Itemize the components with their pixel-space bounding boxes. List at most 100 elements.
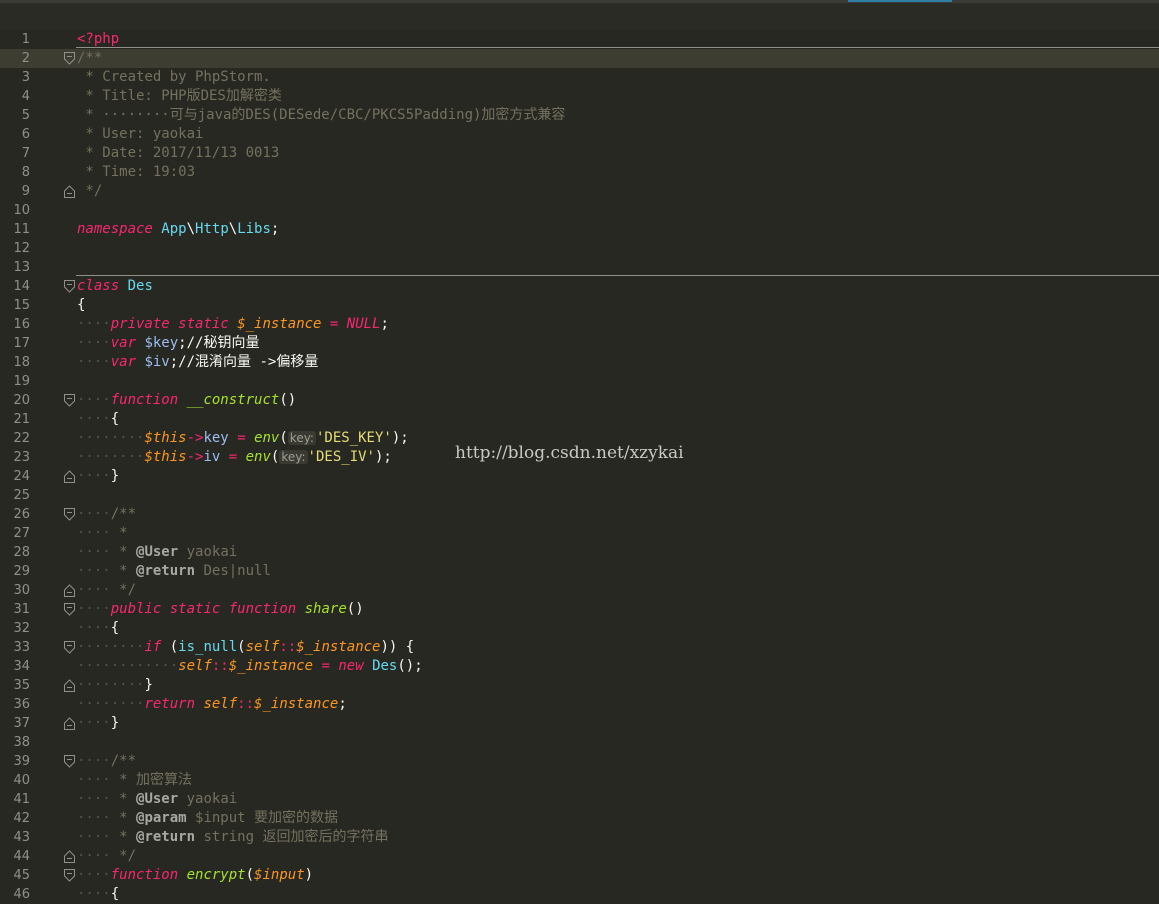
code-text[interactable]: ····} (77, 714, 119, 733)
code-line[interactable]: 15 { (0, 296, 1159, 315)
code-text[interactable]: ····var $key;//秘钥向量 (77, 334, 259, 353)
code-text[interactable]: * ········可与java的DES(DESede/CBC/PKCS5Pad… (77, 106, 565, 125)
code-text[interactable]: * Time: 19:03 (77, 163, 195, 182)
code-text[interactable]: ········$this->iv = env(key: 'DES_IV'); (77, 448, 392, 467)
code-text[interactable]: ········$this->key = env(key: 'DES_KEY'); (77, 429, 409, 448)
code-line[interactable]: 21 ····{ (0, 410, 1159, 429)
code-text[interactable]: ····public static function share() (77, 600, 364, 619)
code-text[interactable]: ········} (77, 676, 153, 695)
fold-collapse-icon[interactable] (64, 52, 75, 65)
code-text[interactable]: ············self::$_instance = new Des()… (77, 657, 423, 676)
code-text[interactable]: ········if (is_null(self::$_instance)) { (77, 638, 414, 657)
code-text[interactable]: */ (77, 182, 102, 201)
code-line[interactable]: 41 ···· * @User yaokai (0, 790, 1159, 809)
code-text[interactable]: ···· */ (77, 847, 136, 866)
code-line[interactable]: 4 * Title: PHP版DES加解密类 (0, 87, 1159, 106)
code-text[interactable]: ····/** (77, 505, 136, 524)
code-text[interactable]: namespace App\Http\Libs; (77, 220, 279, 239)
code-text[interactable]: ····/** (77, 752, 136, 771)
code-text[interactable]: ···· * 加密算法 (77, 771, 192, 790)
code-line[interactable]: 17 ····var $key;//秘钥向量 (0, 334, 1159, 353)
code-text[interactable]: ···· * (77, 524, 128, 543)
code-line[interactable]: 26 ····/** (0, 505, 1159, 524)
code-text[interactable]: ···· * @User yaokai (77, 543, 237, 562)
code-line[interactable]: 34 ············self::$_instance = new Des… (0, 657, 1159, 676)
code-text[interactable]: ···· */ (77, 581, 136, 600)
code-text[interactable]: ···· * @return string 返回加密后的字符串 (77, 828, 388, 847)
code-text[interactable]: ···· * @return Des|null (77, 562, 271, 581)
code-line[interactable]: 27 ···· * (0, 524, 1159, 543)
code-line[interactable]: 30 ···· */ (0, 581, 1159, 600)
code-text[interactable]: ····{ (77, 410, 119, 429)
code-text[interactable]: ····private static $_instance = NULL; (77, 315, 389, 334)
fold-collapse-icon[interactable] (64, 603, 75, 616)
code-line[interactable]: 39 ····/** (0, 752, 1159, 771)
code-line[interactable]: 35 ········} (0, 676, 1159, 695)
code-line[interactable]: 37 ····} (0, 714, 1159, 733)
code-line[interactable]: 25 (0, 486, 1159, 505)
fold-end-icon[interactable] (64, 470, 75, 483)
code-text[interactable]: ····{ (77, 619, 119, 638)
code-text[interactable]: ···· * @param $input 要加密的数据 (77, 809, 338, 828)
code-line[interactable]: 5 * ········可与java的DES(DESede/CBC/PKCS5P… (0, 106, 1159, 125)
code-line[interactable]: 29 ···· * @return Des|null (0, 562, 1159, 581)
code-line[interactable]: 6 * User: yaokai (0, 125, 1159, 144)
code-line[interactable]: 12 (0, 239, 1159, 258)
code-line[interactable]: 46 ····{ (0, 885, 1159, 904)
code-text[interactable]: ····var $iv;//混淆向量 ->偏移量 (77, 353, 318, 372)
code-editor[interactable]: 1 <?php 2/** 3 * Created by PhpStorm. 4 * Ti… (0, 30, 1159, 902)
code-text[interactable]: * Created by PhpStorm. (77, 68, 270, 87)
fold-collapse-icon[interactable] (64, 394, 75, 407)
line-number: 43 (13, 830, 30, 845)
code-text[interactable]: * Date: 2017/11/13 0013 (77, 144, 279, 163)
code-line[interactable]: 18 ····var $iv;//混淆向量 ->偏移量 (0, 353, 1159, 372)
code-line[interactable]: 43 ···· * @return string 返回加密后的字符串 (0, 828, 1159, 847)
code-line[interactable]: 3 * Created by PhpStorm. (0, 68, 1159, 87)
code-text[interactable]: /** (77, 49, 102, 68)
fold-end-icon[interactable] (64, 850, 75, 863)
code-line[interactable]: 24 ····} (0, 467, 1159, 486)
code-text[interactable]: class Des (77, 277, 153, 296)
code-text[interactable]: * User: yaokai (77, 125, 203, 144)
code-line[interactable]: 40 ···· * 加密算法 (0, 771, 1159, 790)
fold-collapse-icon[interactable] (64, 869, 75, 882)
code-line[interactable]: 44 ···· */ (0, 847, 1159, 866)
code-line[interactable]: 38 (0, 733, 1159, 752)
code-text[interactable]: ····{ (77, 885, 119, 904)
code-text[interactable]: ····} (77, 467, 119, 486)
code-text[interactable]: { (77, 296, 85, 315)
code-text[interactable]: ····function encrypt($input) (77, 866, 313, 885)
code-line[interactable]: 33 ········if (is_null(self::$_instance))… (0, 638, 1159, 657)
fold-collapse-icon[interactable] (64, 508, 75, 521)
code-line[interactable]: 36 ········return self::$_instance; (0, 695, 1159, 714)
code-line[interactable]: 42 ···· * @param $input 要加密的数据 (0, 809, 1159, 828)
code-line[interactable]: 2 /** (0, 49, 1159, 68)
code-text[interactable]: ········return self::$_instance; (77, 695, 347, 714)
code-line[interactable]: 16 ····private static $_instance = NULL; (0, 315, 1159, 334)
fold-end-icon[interactable] (64, 717, 75, 730)
code-line[interactable]: 9 */ (0, 182, 1159, 201)
code-line[interactable]: 45 ····function encrypt($input) (0, 866, 1159, 885)
code-line[interactable]: 32 ····{ (0, 619, 1159, 638)
code-line[interactable]: 11 namespace App\Http\Libs; (0, 220, 1159, 239)
fold-collapse-icon[interactable] (64, 641, 75, 654)
code-text[interactable]: ···· * @User yaokai (77, 790, 237, 809)
fold-collapse-icon[interactable] (64, 280, 75, 293)
code-line[interactable]: 19 (0, 372, 1159, 391)
active-tab-indicator[interactable] (848, 0, 952, 2)
code-line[interactable]: 28 ···· * @User yaokai (0, 543, 1159, 562)
fold-end-icon[interactable] (64, 185, 75, 198)
fold-end-icon[interactable] (64, 679, 75, 692)
code-text[interactable]: * Title: PHP版DES加解密类 (77, 87, 281, 106)
code-line[interactable]: 8 * Time: 19:03 (0, 163, 1159, 182)
fold-collapse-icon[interactable] (64, 755, 75, 768)
line-number: 46 (13, 887, 30, 902)
code-line[interactable]: 7 * Date: 2017/11/13 0013 (0, 144, 1159, 163)
code-line[interactable]: 20 ····function __construct() (0, 391, 1159, 410)
fold-end-icon[interactable] (64, 584, 75, 597)
line-number: 42 (13, 811, 30, 826)
code-line[interactable]: 14 class Des (0, 277, 1159, 296)
code-line[interactable]: 31 ····public static function share() (0, 600, 1159, 619)
code-text[interactable]: ····function __construct() (77, 391, 296, 410)
code-line[interactable]: 10 (0, 201, 1159, 220)
